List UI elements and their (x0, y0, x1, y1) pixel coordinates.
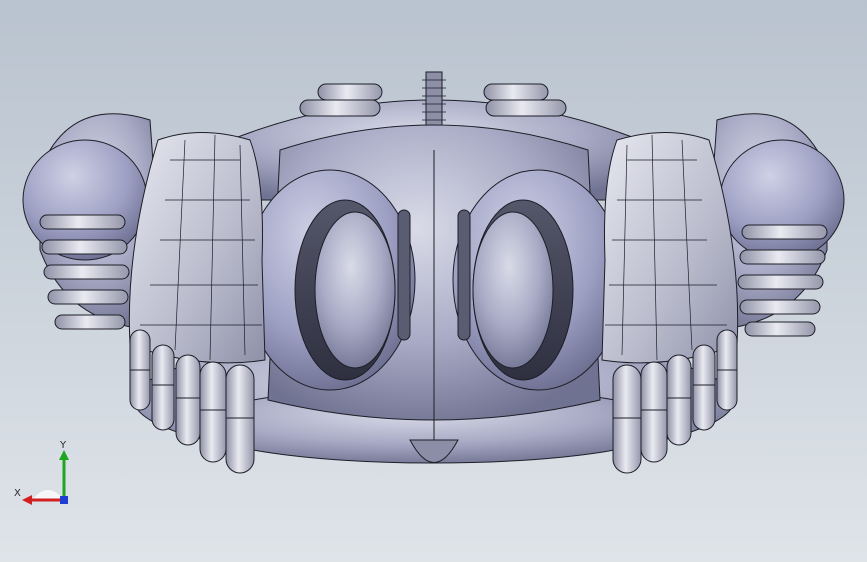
x-axis-label: X (14, 488, 21, 499)
pipe-left-upper (317, 83, 383, 101)
graphics-viewport[interactable]: Y X (0, 0, 867, 562)
right-dome-inner (472, 211, 554, 369)
y-axis-label: Y (59, 440, 67, 451)
pipe-right-lower (485, 99, 567, 117)
z-axis-dot (60, 496, 68, 504)
x-axis-arrow (22, 495, 32, 505)
right-shoulder-ball (719, 139, 845, 261)
pipe-left-lower (299, 99, 381, 117)
robot-hands-3d-model[interactable] (0, 0, 867, 562)
center-slot-right (457, 209, 471, 341)
center-slot-left (397, 209, 411, 341)
left-dome-inner (314, 211, 396, 369)
pipe-right-upper (483, 83, 549, 101)
y-axis-arrow (59, 450, 69, 460)
coordinate-triad: Y X (14, 440, 69, 505)
